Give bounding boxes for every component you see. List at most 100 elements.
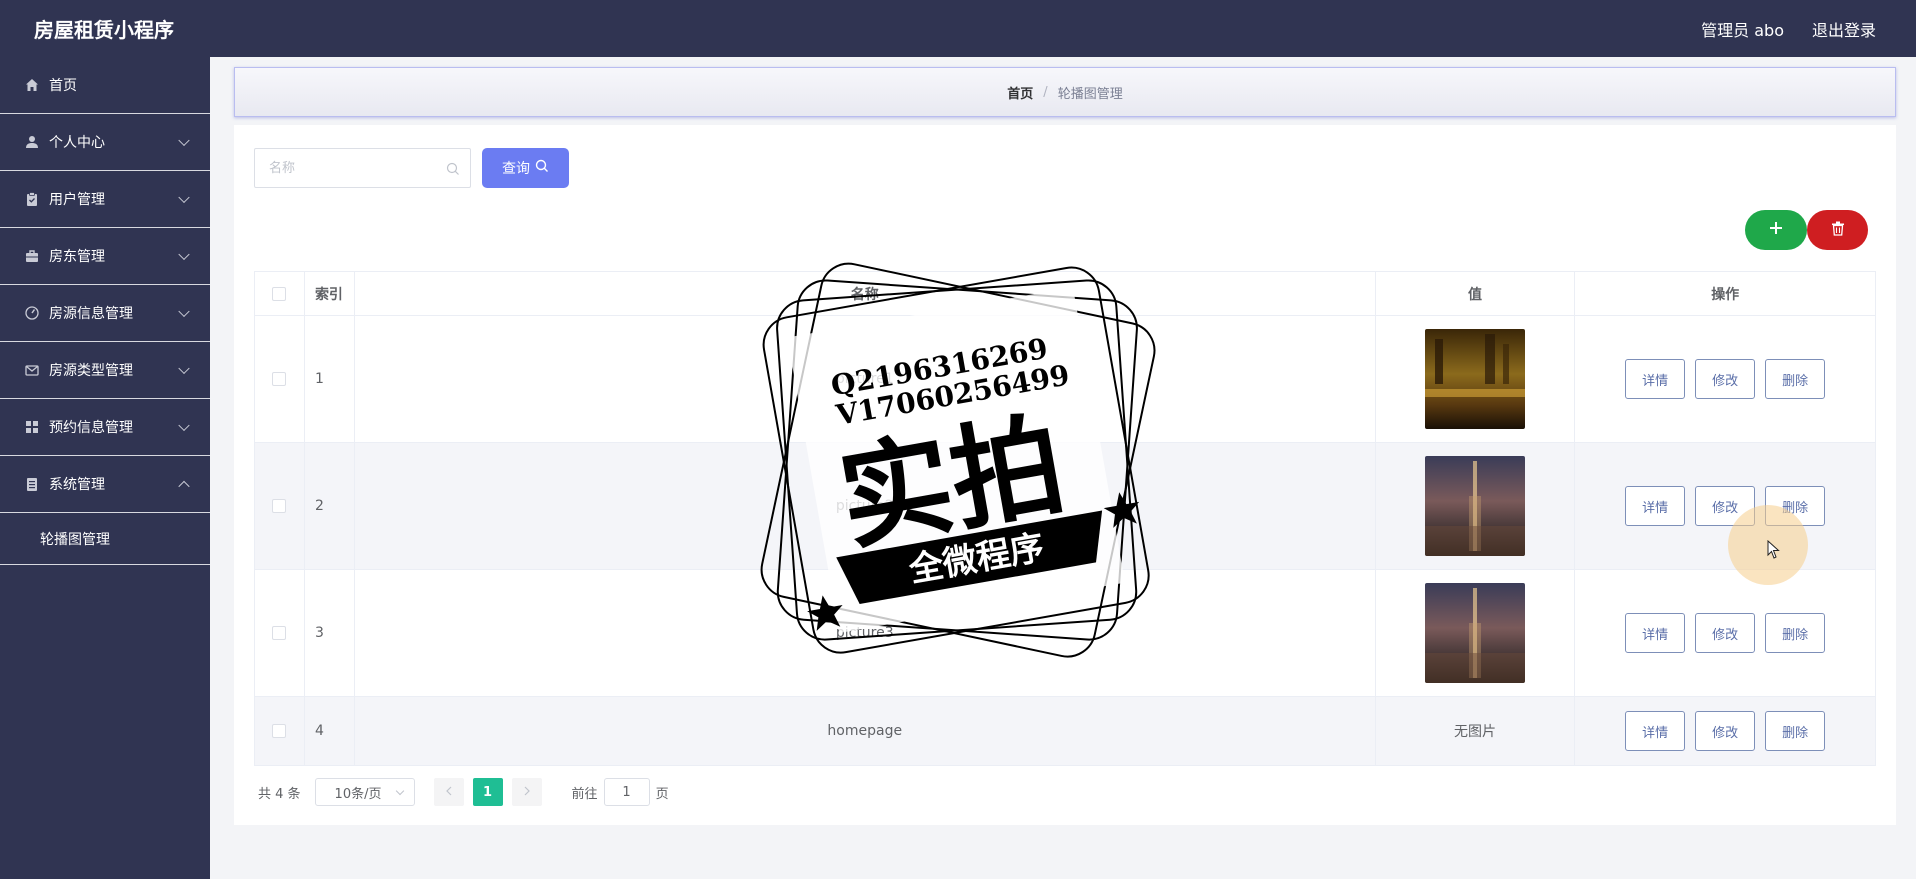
- sidebar-item-listings[interactable]: 房源信息管理: [0, 285, 210, 342]
- sidebar-item-system[interactable]: 系统管理: [0, 456, 210, 513]
- sidebar-item-listing-types[interactable]: 房源类型管理: [0, 342, 210, 399]
- column-header-index: 索引: [305, 272, 355, 315]
- chevron-down-icon: [178, 362, 190, 375]
- next-page-button[interactable]: [511, 778, 542, 806]
- table-row: 1 picture1 详情 修改 删除: [255, 316, 1875, 443]
- logout-button[interactable]: 退出登录: [1812, 17, 1876, 41]
- row-index: 2: [305, 443, 355, 569]
- breadcrumb: 首页 / 轮播图管理: [234, 67, 1896, 117]
- pagination: 共 4 条 10条/页 1 前往 页: [258, 778, 669, 806]
- chevron-down-icon: [178, 305, 190, 318]
- search-input[interactable]: [254, 148, 471, 188]
- goto-prefix: 前往: [571, 786, 598, 802]
- edit-button[interactable]: 修改: [1695, 711, 1756, 751]
- briefcase-icon: [24, 248, 40, 264]
- page-size-select[interactable]: 10条/页: [314, 778, 415, 806]
- detail-button[interactable]: 详情: [1625, 359, 1686, 399]
- row-index: 1: [305, 316, 355, 442]
- row-value-text: 无图片: [1376, 697, 1576, 765]
- batch-delete-button[interactable]: [1807, 210, 1868, 250]
- sidebar-subitem-carousel[interactable]: 轮播图管理: [0, 513, 210, 565]
- top-bar: 房屋租赁小程序 管理员 abo 退出登录: [0, 0, 1916, 57]
- sidebar-item-label: 系统管理: [49, 477, 105, 493]
- breadcrumb-separator: /: [1043, 84, 1048, 100]
- row-name: homepage: [355, 697, 1376, 765]
- delete-button[interactable]: 删除: [1765, 486, 1826, 526]
- edit-button[interactable]: 修改: [1695, 486, 1756, 526]
- trash-icon: [1831, 221, 1845, 240]
- row-name: picture3: [355, 570, 1376, 696]
- detail-button[interactable]: 详情: [1625, 711, 1686, 751]
- prev-page-button[interactable]: [433, 778, 464, 806]
- table-row: 2 picture2 详情 修改 删除: [255, 443, 1875, 570]
- user-icon: [24, 134, 40, 150]
- breadcrumb-home[interactable]: 首页: [1007, 83, 1033, 102]
- breadcrumb-current: 轮播图管理: [1057, 86, 1123, 102]
- row-checkbox[interactable]: [272, 724, 287, 738]
- row-index: 4: [305, 697, 355, 765]
- mail-icon: [24, 362, 40, 378]
- column-header-name: 名称: [355, 272, 1376, 315]
- app-title: 房屋租赁小程序: [34, 18, 174, 42]
- plus-icon: [1768, 220, 1784, 240]
- detail-button[interactable]: 详情: [1625, 613, 1686, 653]
- compass-icon: [24, 305, 40, 321]
- goto-page-input[interactable]: [603, 778, 650, 806]
- delete-button[interactable]: 删除: [1765, 711, 1826, 751]
- document-icon: [24, 476, 40, 492]
- sidebar-item-label: 用户管理: [49, 192, 105, 208]
- sidebar-item-label: 首页: [49, 78, 77, 94]
- sidebar-item-profile[interactable]: 个人中心: [0, 114, 210, 171]
- carousel-thumbnail[interactable]: [1425, 583, 1525, 683]
- carousel-thumbnail[interactable]: [1425, 456, 1525, 556]
- sidebar-item-label: 个人中心: [49, 135, 105, 151]
- edit-button[interactable]: 修改: [1695, 613, 1756, 653]
- row-checkbox[interactable]: [272, 626, 287, 640]
- sidebar-item-label: 房源类型管理: [49, 363, 133, 379]
- carousel-table: 索引 名称 值 操作 1 picture1 详情 修改 删除 2 picture…: [254, 271, 1876, 766]
- sidebar-item-label: 房东管理: [49, 249, 105, 265]
- column-header-value: 值: [1376, 272, 1576, 315]
- delete-button[interactable]: 删除: [1765, 613, 1826, 653]
- page-number-button[interactable]: 1: [472, 778, 503, 806]
- sidebar-item-users[interactable]: 用户管理: [0, 171, 210, 228]
- pagination-total: 共 4 条: [258, 786, 301, 802]
- chevron-right-icon: [523, 785, 531, 800]
- home-icon: [24, 77, 40, 93]
- add-button[interactable]: [1745, 210, 1807, 250]
- table-row: 4 homepage 无图片 详情 修改 删除: [255, 697, 1875, 765]
- sidebar: 首页 个人中心 用户管理 房东管理 房源信息管理 房源类型管理 预约信息管理 系…: [0, 57, 210, 879]
- carousel-thumbnail[interactable]: [1425, 329, 1525, 429]
- detail-button[interactable]: 详情: [1625, 486, 1686, 526]
- chevron-down-icon: [178, 248, 190, 261]
- sidebar-item-home[interactable]: 首页: [0, 57, 210, 114]
- query-button-label: 查询: [502, 161, 530, 177]
- search-icon: [535, 159, 549, 177]
- sidebar-item-landlords[interactable]: 房东管理: [0, 228, 210, 285]
- chevron-left-icon: [445, 785, 453, 800]
- delete-button[interactable]: 删除: [1765, 359, 1826, 399]
- search-icon: [446, 161, 460, 175]
- column-header-actions: 操作: [1711, 286, 1740, 303]
- sidebar-item-label: 房源信息管理: [49, 306, 133, 322]
- main-panel: 查询 索引 名称 值 操作 1 picture1: [234, 125, 1896, 825]
- sidebar-item-label: 预约信息管理: [49, 420, 133, 436]
- row-name: picture1: [355, 316, 1376, 442]
- query-button[interactable]: 查询: [482, 148, 569, 188]
- chevron-down-icon: [178, 191, 190, 204]
- top-right-actions: 管理员 abo 退出登录: [1701, 0, 1876, 57]
- row-checkbox[interactable]: [272, 499, 287, 513]
- admin-label[interactable]: 管理员 abo: [1701, 17, 1784, 41]
- table-header: 索引 名称 值 操作: [255, 272, 1875, 316]
- grid-icon: [24, 419, 40, 435]
- table-row: 3 picture3 详情 修改 删除: [255, 570, 1875, 697]
- edit-button[interactable]: 修改: [1695, 359, 1756, 399]
- row-index: 3: [305, 570, 355, 696]
- row-checkbox[interactable]: [272, 372, 287, 386]
- chevron-up-icon: [178, 480, 190, 493]
- goto-suffix: 页: [655, 786, 669, 802]
- sidebar-item-bookings[interactable]: 预约信息管理: [0, 399, 210, 456]
- clipboard-icon: [24, 191, 40, 207]
- row-name: picture2: [355, 443, 1376, 569]
- select-all-checkbox[interactable]: [272, 286, 287, 301]
